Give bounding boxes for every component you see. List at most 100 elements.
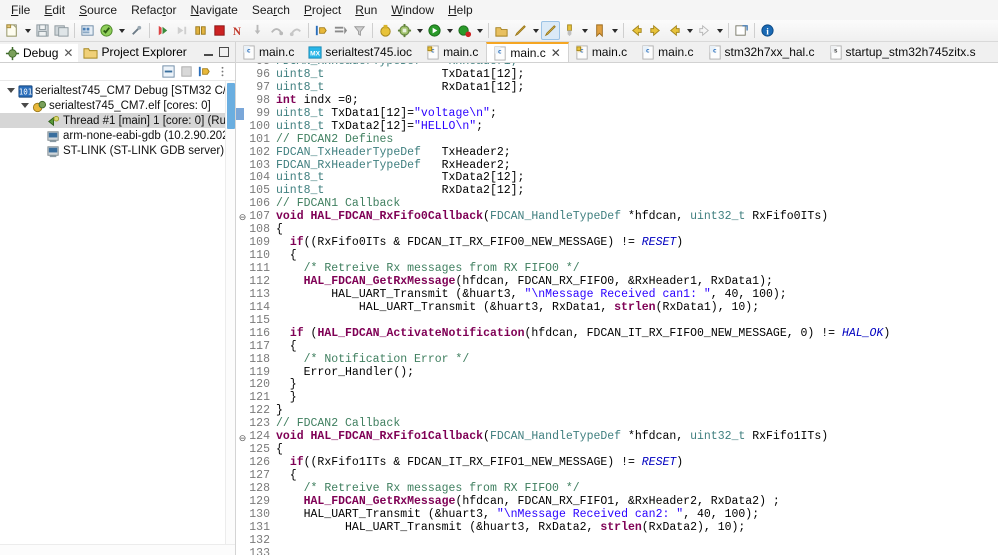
code-line[interactable]: if((RxFifo1ITs & FDCAN_IT_RX_FIFO1_NEW_M… bbox=[276, 456, 998, 470]
editor-marker-column[interactable]: ⊖ ⊖ bbox=[236, 63, 247, 555]
collapse-all-icon[interactable] bbox=[160, 64, 177, 80]
source-code-text[interactable]: FDCAN_RxHeaderTypeDef RxHeader1;uint8_t … bbox=[273, 63, 998, 555]
new-window-icon[interactable] bbox=[732, 21, 751, 40]
bookmark-icon[interactable] bbox=[590, 21, 609, 40]
step-over-icon[interactable] bbox=[267, 21, 286, 40]
annotation-dropdown-arrow[interactable] bbox=[579, 21, 590, 40]
search-pencil-dropdown-arrow[interactable] bbox=[530, 21, 541, 40]
menu-item-edit[interactable]: Edit bbox=[37, 1, 72, 19]
code-editor[interactable]: ⊖⊖ 9596979899100101102103104105106107108… bbox=[236, 63, 998, 555]
editor-tab-serialtest745-ioc[interactable]: MX serialtest745.ioc bbox=[302, 42, 420, 62]
editor-tab-stm32h7xx-hal-c[interactable]: c stm32h7xx_hal.c bbox=[702, 42, 823, 62]
menu-item-refactor[interactable]: Refactor bbox=[124, 1, 183, 19]
menu-item-source[interactable]: Source bbox=[72, 1, 124, 19]
clean-icon[interactable] bbox=[127, 21, 146, 40]
view-tab-project-explorer[interactable]: Project Explorer bbox=[78, 42, 191, 62]
editor-tab-main-c[interactable]: c main.c bbox=[236, 42, 302, 62]
suspend-icon[interactable] bbox=[191, 21, 210, 40]
view-menu-icon[interactable] bbox=[214, 64, 231, 80]
fold-toggle-icon[interactable]: ⊖ bbox=[238, 433, 247, 443]
left-panel-horizontal-scrollbar[interactable] bbox=[0, 544, 235, 555]
menu-item-file[interactable]: File bbox=[4, 1, 37, 19]
close-icon[interactable]: ✕ bbox=[551, 46, 561, 60]
new-icon[interactable] bbox=[3, 21, 22, 40]
open-perspective-icon[interactable] bbox=[492, 21, 511, 40]
maximize-icon[interactable] bbox=[219, 47, 229, 57]
drop-to-frame-icon[interactable] bbox=[331, 21, 350, 40]
disconnected-terminate-all-icon[interactable] bbox=[178, 64, 195, 80]
menu-item-window[interactable]: Window bbox=[384, 1, 441, 19]
external-tools-icon[interactable] bbox=[395, 21, 414, 40]
step-into-icon[interactable] bbox=[248, 21, 267, 40]
scrollbar-thumb[interactable] bbox=[227, 83, 235, 129]
build-project-icon[interactable] bbox=[97, 21, 116, 40]
menu-item-run[interactable]: Run bbox=[348, 1, 384, 19]
editor-tab-startup-stm32h745zitx-s[interactable]: s startup_stm32h745zitx.s bbox=[823, 42, 984, 62]
code-line[interactable] bbox=[276, 535, 998, 548]
chevron-down-icon[interactable] bbox=[18, 99, 32, 113]
tree-row[interactable]: arm-none-eabi-gdb (10.2.90.20210621) bbox=[0, 128, 235, 143]
terminate-icon[interactable] bbox=[210, 21, 229, 40]
debug-icon[interactable] bbox=[455, 21, 474, 40]
close-icon[interactable]: ✕ bbox=[63, 46, 73, 60]
minimize-icon[interactable] bbox=[204, 49, 213, 56]
tree-row[interactable]: 101serialtest745_CM7 Debug [STM32 C/C++ … bbox=[0, 83, 235, 98]
menu-item-search[interactable]: Search bbox=[245, 1, 297, 19]
back-icon[interactable] bbox=[627, 21, 646, 40]
view-tab-debug[interactable]: Debug ✕ bbox=[0, 42, 79, 62]
editor-tab-main-c[interactable]: c main.c ✕ bbox=[486, 42, 569, 62]
step-into-arrow-icon[interactable] bbox=[172, 21, 191, 40]
code-line[interactable]: HAL_UART_Transmit (&huart3, RxData1, str… bbox=[276, 300, 998, 315]
code-line[interactable]: } bbox=[276, 391, 998, 405]
step-return-icon[interactable] bbox=[286, 21, 305, 40]
external-tools-dropdown-arrow[interactable] bbox=[414, 21, 425, 40]
tree-row[interactable]: serialtest745_CM7.elf [cores: 0] bbox=[0, 98, 235, 113]
menu-item-help[interactable]: Help bbox=[441, 1, 480, 19]
tree-row[interactable]: ST-LINK (ST-LINK GDB server) bbox=[0, 143, 235, 158]
instruction-stepping-icon[interactable] bbox=[312, 21, 331, 40]
use-step-filters-icon[interactable] bbox=[350, 21, 369, 40]
disconnect-icon[interactable]: N bbox=[229, 21, 248, 40]
editor-tab-main-c[interactable]: c main.c bbox=[635, 42, 701, 62]
debug-launch-tree[interactable]: 101serialtest745_CM7 Debug [STM32 C/C++ … bbox=[0, 81, 235, 544]
code-line[interactable]: if((RxFifo0ITs & FDCAN_IT_RX_FIFO0_NEW_M… bbox=[276, 236, 998, 250]
new-dropdown-arrow[interactable] bbox=[22, 21, 33, 40]
left-panel-vertical-scrollbar[interactable] bbox=[225, 81, 235, 544]
save-all-icon[interactable] bbox=[52, 21, 71, 40]
next-edit-dropdown-arrow[interactable] bbox=[714, 21, 725, 40]
debug-dropdown-arrow[interactable] bbox=[474, 21, 485, 40]
forward-icon[interactable] bbox=[646, 21, 665, 40]
code-line[interactable]: Error_Handler(); bbox=[276, 366, 998, 380]
bookmark-dropdown-arrow[interactable] bbox=[609, 21, 620, 40]
code-line[interactable]: if (HAL_FDCAN_ActivateNotification(hfdca… bbox=[276, 327, 998, 341]
code-line[interactable] bbox=[276, 548, 998, 555]
resume-icon[interactable] bbox=[153, 21, 172, 40]
code-line[interactable]: uint8_t RxData1[12]; bbox=[276, 81, 998, 95]
chevron-down-icon[interactable] bbox=[4, 84, 18, 98]
editor-tab-main-c[interactable]: c main.c bbox=[569, 42, 635, 62]
annotation-icon[interactable] bbox=[560, 21, 579, 40]
editor-tab-main-c[interactable]: c main.c bbox=[420, 42, 486, 62]
highlight-icon[interactable] bbox=[541, 21, 560, 40]
run-dropdown-arrow[interactable] bbox=[444, 21, 455, 40]
search-pencil-icon[interactable] bbox=[511, 21, 530, 40]
code-token: (RxData1), 10); bbox=[655, 300, 760, 314]
menu-item-navigate[interactable]: Navigate bbox=[183, 1, 244, 19]
info-icon[interactable]: i bbox=[758, 21, 777, 40]
run-icon[interactable] bbox=[425, 21, 444, 40]
code-line[interactable]: HAL_UART_Transmit (&huart3, RxData2, str… bbox=[276, 521, 998, 535]
save-icon[interactable] bbox=[33, 21, 52, 40]
tree-row[interactable]: Thread #1 [main] 1 [core: 0] (Running : … bbox=[0, 113, 235, 128]
build-all-icon[interactable] bbox=[78, 21, 97, 40]
build-project-dropdown-arrow[interactable] bbox=[116, 21, 127, 40]
code-line[interactable]: void HAL_FDCAN_RxFifo1Callback(FDCAN_Han… bbox=[276, 430, 998, 444]
previous-edit-icon[interactable] bbox=[665, 21, 684, 40]
step-filters-icon[interactable] bbox=[196, 64, 213, 80]
previous-edit-dropdown-arrow[interactable] bbox=[684, 21, 695, 40]
next-edit-icon[interactable] bbox=[695, 21, 714, 40]
debug-config-icon[interactable] bbox=[376, 21, 395, 40]
menu-item-project[interactable]: Project bbox=[297, 1, 348, 19]
code-line[interactable]: void HAL_FDCAN_RxFifo0Callback(FDCAN_Han… bbox=[276, 210, 998, 224]
code-line[interactable]: } bbox=[276, 378, 998, 392]
fold-toggle-icon[interactable]: ⊖ bbox=[238, 213, 247, 222]
